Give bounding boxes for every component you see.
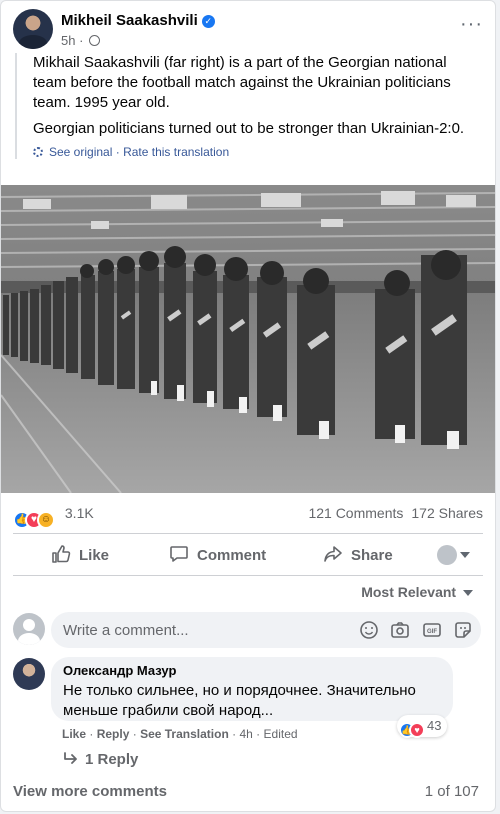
comment-bubble: Олександр Мазур Не только сильнее, но и … [51, 657, 453, 721]
user-avatar-icon [437, 545, 457, 566]
comment-time[interactable]: 4h [239, 727, 252, 741]
engagement-counts: 121 Comments 172 Shares [308, 505, 483, 521]
post-time[interactable]: 5h [61, 33, 75, 48]
author-avatar[interactable] [13, 9, 53, 49]
see-original-link[interactable]: See original [49, 145, 112, 159]
action-bar: Like Comment Share [13, 539, 483, 573]
translate-settings-icon[interactable] [33, 147, 43, 157]
gif-icon[interactable]: GIF [422, 620, 442, 640]
reaction-summary[interactable]: 👍 ♥ ☺ 3.1K [13, 505, 94, 529]
dot-separator: · [256, 727, 261, 741]
comment-page-count: 1 of 107 [424, 783, 479, 800]
translation-links: See original · Rate this translation [33, 145, 483, 159]
svg-text:GIF: GIF [427, 629, 437, 635]
dot-separator: · [89, 727, 94, 741]
comment-icon [170, 546, 188, 562]
see-translation-link[interactable]: See Translation [140, 727, 229, 741]
post-photo[interactable] [1, 185, 495, 493]
meta-separator: · [79, 33, 84, 48]
share-label: Share [351, 547, 393, 564]
sort-label: Most Relevant [361, 584, 457, 600]
author-name-row: Mikheil Saakashvili ✓ [61, 12, 215, 29]
view-replies-button[interactable]: 1 Reply [63, 751, 138, 768]
comment-text: Не только сильнее, но и порядочнее. Знач… [63, 682, 416, 719]
translation-paragraph-1: Mikhail Saakashvili (far right) is a par… [33, 54, 451, 111]
translation-block: Mikhail Saakashvili (far right) is a par… [15, 53, 483, 159]
dot-separator: · [132, 727, 137, 741]
write-comment-box: GIF [51, 612, 481, 648]
share-button[interactable]: Share [323, 539, 393, 573]
view-more-comments-link[interactable]: View more comments [13, 783, 167, 800]
reply-arrow-icon [64, 752, 77, 764]
post-header: Mikheil Saakashvili ✓ 5h · ··· [13, 7, 487, 51]
more-options-button[interactable]: ··· [460, 14, 483, 34]
comment-reply-link[interactable]: Reply [97, 727, 130, 741]
thumbs-up-icon [52, 545, 71, 563]
reaction-count[interactable]: 3.1K [65, 505, 94, 521]
rate-translation-link[interactable]: Rate this translation [123, 145, 229, 159]
post-meta: 5h · [61, 33, 101, 48]
comment-reaction-count: 43 [427, 718, 442, 733]
post-card: Mikheil Saakashvili ✓ 5h · ··· Mikhail Sa… [0, 0, 496, 812]
like-button[interactable]: Like [51, 539, 109, 573]
like-label: Like [79, 547, 110, 564]
comment-sort-dropdown[interactable]: Most Relevant [361, 584, 473, 600]
globe-icon [89, 35, 101, 46]
verified-badge-icon: ✓ [201, 15, 215, 28]
divider-bottom [13, 575, 483, 576]
love-reaction-icon: ♥ [409, 722, 425, 738]
stadium-photo-graphic [1, 185, 495, 493]
link-separator: · [115, 145, 120, 159]
comment-label: Comment [197, 547, 267, 564]
edited-label: Edited [263, 727, 298, 741]
comment-actions: Like · Reply · See Translation · 4h · Ed… [62, 727, 298, 741]
comment-like-link[interactable]: Like [62, 727, 86, 741]
divider-top [13, 533, 483, 534]
current-user-avatar[interactable] [13, 613, 45, 645]
comments-count-link[interactable]: 121 Comments [308, 505, 403, 521]
sticker-icon[interactable] [453, 620, 473, 640]
translation-paragraph-2: Georgian politicians turned out to be st… [33, 120, 465, 137]
comment-input-icons: GIF [352, 620, 473, 640]
share-icon [324, 546, 342, 562]
caret-down-icon [460, 552, 470, 559]
author-name[interactable]: Mikheil Saakashvili [61, 12, 198, 29]
dot-separator: · [232, 727, 237, 741]
comment-button[interactable]: Comment [169, 539, 266, 573]
emoji-icon[interactable] [359, 620, 379, 640]
audience-selector[interactable] [437, 545, 470, 579]
comment-input[interactable] [63, 612, 353, 648]
camera-icon[interactable] [390, 620, 410, 640]
replies-label: 1 Reply [85, 751, 139, 768]
caret-down-icon [463, 590, 473, 597]
haha-reaction-icon: ☺ [37, 511, 55, 529]
shares-count-link[interactable]: 172 Shares [411, 505, 483, 521]
comment-reactions[interactable]: 👍 ♥ 43 [397, 715, 448, 738]
commenter-name[interactable]: Олександр Мазур [63, 663, 441, 679]
reaction-stats: 👍 ♥ ☺ 3.1K 121 Comments 172 Shares [13, 501, 483, 529]
commenter-avatar[interactable] [13, 658, 45, 690]
